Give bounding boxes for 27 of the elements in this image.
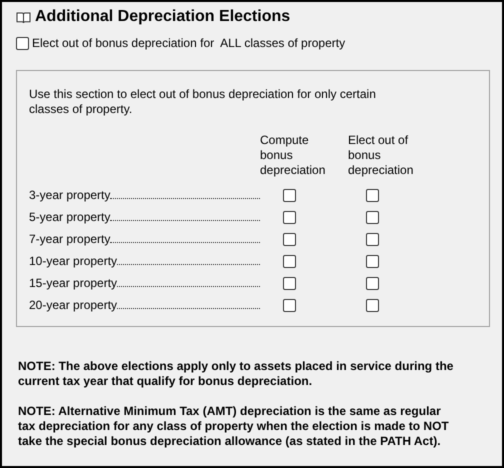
checkbox[interactable] (366, 276, 379, 290)
checkbox[interactable] (283, 232, 296, 246)
row-label: 20-year property (29, 298, 118, 312)
checkbox[interactable] (366, 188, 379, 202)
checkbox[interactable] (283, 298, 296, 312)
checkbox[interactable] (366, 210, 379, 224)
row-label: 5-year property (29, 210, 110, 224)
section-intro: Use this section to elect out of bonus depreciation for only certain classes of property. (29, 87, 377, 117)
row-label: 3-year property (29, 188, 110, 202)
row-label: 7-year property (29, 232, 110, 246)
column-header: Elect out of bonus depreciation (348, 133, 414, 178)
checkbox[interactable] (16, 36, 29, 50)
checkbox-label: Elect out of bonus depreciation for ALL classes of property (32, 36, 346, 50)
checkbox[interactable] (283, 254, 296, 268)
row-label: 10-year property (29, 254, 118, 268)
page-title: Additional Depreciation Elections (35, 8, 290, 26)
checkbox[interactable] (283, 276, 296, 290)
note-text: NOTE: The above elections apply only to assets placed in service during the current tax year that qualify for bonus depreciation. (18, 359, 454, 389)
book-icon (16, 10, 31, 24)
note-text: NOTE: Alternative Minimum Tax (AMT) depreciation is the same as regular tax depreciation for any class of property when the election is made to NOT take the special bonus depreciation allowance (as stated in the PATH Act). (18, 404, 450, 449)
row-label: 15-year property (29, 276, 118, 290)
checkbox[interactable] (366, 232, 379, 246)
checkbox[interactable] (283, 188, 296, 202)
checkbox[interactable] (366, 254, 379, 268)
checkbox[interactable] (283, 210, 296, 224)
checkbox[interactable] (366, 298, 379, 312)
column-header: Compute bonus depreciation (260, 133, 326, 178)
